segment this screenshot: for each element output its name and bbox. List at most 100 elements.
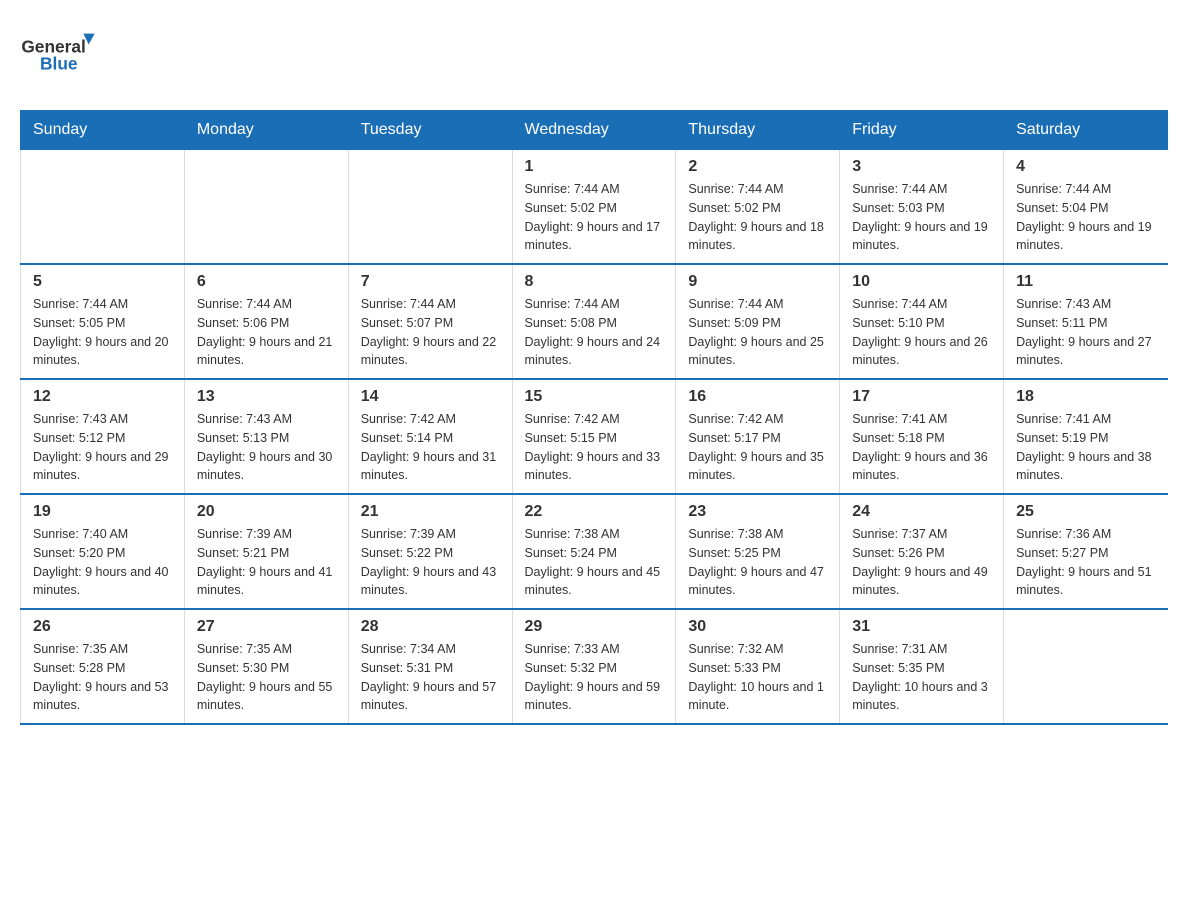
day-info: Sunrise: 7:43 AMSunset: 5:13 PMDaylight:… <box>197 410 336 485</box>
day-info: Sunrise: 7:38 AMSunset: 5:24 PMDaylight:… <box>525 525 664 600</box>
calendar-cell: 27 Sunrise: 7:35 AMSunset: 5:30 PMDayligh… <box>184 609 348 724</box>
day-info: Sunrise: 7:40 AMSunset: 5:20 PMDaylight:… <box>33 525 172 600</box>
day-number: 20 <box>197 503 336 521</box>
day-number: 3 <box>852 158 991 176</box>
calendar-cell: 1 Sunrise: 7:44 AMSunset: 5:02 PMDaylight… <box>512 150 676 265</box>
calendar-header: SundayMondayTuesdayWednesdayThursdayFrid… <box>21 111 1168 150</box>
day-of-week-header: Thursday <box>676 111 840 150</box>
day-number: 17 <box>852 388 991 406</box>
calendar-cell <box>21 150 185 265</box>
calendar-cell: 2 Sunrise: 7:44 AMSunset: 5:02 PMDaylight… <box>676 150 840 265</box>
day-info: Sunrise: 7:35 AMSunset: 5:28 PMDaylight:… <box>33 640 172 715</box>
day-number: 24 <box>852 503 991 521</box>
day-info: Sunrise: 7:37 AMSunset: 5:26 PMDaylight:… <box>852 525 991 600</box>
calendar-cell <box>348 150 512 265</box>
calendar-cell: 11 Sunrise: 7:43 AMSunset: 5:11 PMDayligh… <box>1004 264 1168 379</box>
day-number: 18 <box>1016 388 1155 406</box>
calendar-cell: 3 Sunrise: 7:44 AMSunset: 5:03 PMDaylight… <box>840 150 1004 265</box>
calendar-cell: 9 Sunrise: 7:44 AMSunset: 5:09 PMDaylight… <box>676 264 840 379</box>
calendar-cell: 10Sunrise: 7:44 AMSunset: 5:10 PMDayligh… <box>840 264 1004 379</box>
calendar-week-row: 5 Sunrise: 7:44 AMSunset: 5:05 PMDaylight… <box>21 264 1168 379</box>
calendar-cell: 20 Sunrise: 7:39 AMSunset: 5:21 PMDayligh… <box>184 494 348 609</box>
day-number: 22 <box>525 503 664 521</box>
logo-svg: General Blue <box>20 20 100 90</box>
calendar-cell: 13Sunrise: 7:43 AMSunset: 5:13 PMDayligh… <box>184 379 348 494</box>
day-info: Sunrise: 7:39 AMSunset: 5:21 PMDaylight:… <box>197 525 336 600</box>
day-info: Sunrise: 7:44 AMSunset: 5:06 PMDaylight:… <box>197 295 336 370</box>
calendar-cell: 19 Sunrise: 7:40 AMSunset: 5:20 PMDayligh… <box>21 494 185 609</box>
calendar-cell: 7 Sunrise: 7:44 AMSunset: 5:07 PMDaylight… <box>348 264 512 379</box>
calendar-cell: 5 Sunrise: 7:44 AMSunset: 5:05 PMDaylight… <box>21 264 185 379</box>
calendar-cell: 18 Sunrise: 7:41 AMSunset: 5:19 PMDayligh… <box>1004 379 1168 494</box>
calendar-cell: 14 Sunrise: 7:42 AMSunset: 5:14 PMDayligh… <box>348 379 512 494</box>
day-number: 15 <box>525 388 664 406</box>
day-info: Sunrise: 7:44 AMSunset: 5:08 PMDaylight:… <box>525 295 664 370</box>
day-info: Sunrise: 7:39 AMSunset: 5:22 PMDaylight:… <box>361 525 500 600</box>
day-number: 25 <box>1016 503 1155 521</box>
day-number: 19 <box>33 503 172 521</box>
day-number: 29 <box>525 618 664 636</box>
day-info: Sunrise: 7:41 AMSunset: 5:19 PMDaylight:… <box>1016 410 1155 485</box>
day-info: Sunrise: 7:44 AMSunset: 5:02 PMDaylight:… <box>525 180 664 255</box>
day-number: 27 <box>197 618 336 636</box>
day-number: 30 <box>688 618 827 636</box>
days-of-week-row: SundayMondayTuesdayWednesdayThursdayFrid… <box>21 111 1168 150</box>
calendar-cell: 30Sunrise: 7:32 AMSunset: 5:33 PMDayligh… <box>676 609 840 724</box>
calendar-body: 1 Sunrise: 7:44 AMSunset: 5:02 PMDaylight… <box>21 150 1168 725</box>
logo: General Blue <box>20 20 100 90</box>
day-info: Sunrise: 7:42 AMSunset: 5:14 PMDaylight:… <box>361 410 500 485</box>
day-number: 9 <box>688 273 827 291</box>
day-info: Sunrise: 7:44 AMSunset: 5:09 PMDaylight:… <box>688 295 827 370</box>
day-info: Sunrise: 7:43 AMSunset: 5:11 PMDaylight:… <box>1016 295 1155 370</box>
day-number: 5 <box>33 273 172 291</box>
day-info: Sunrise: 7:42 AMSunset: 5:15 PMDaylight:… <box>525 410 664 485</box>
calendar-cell: 22 Sunrise: 7:38 AMSunset: 5:24 PMDayligh… <box>512 494 676 609</box>
day-number: 2 <box>688 158 827 176</box>
calendar-week-row: 26Sunrise: 7:35 AMSunset: 5:28 PMDayligh… <box>21 609 1168 724</box>
calendar-cell: 8Sunrise: 7:44 AMSunset: 5:08 PMDaylight… <box>512 264 676 379</box>
day-info: Sunrise: 7:44 AMSunset: 5:03 PMDaylight:… <box>852 180 991 255</box>
day-number: 4 <box>1016 158 1155 176</box>
calendar-cell: 26Sunrise: 7:35 AMSunset: 5:28 PMDayligh… <box>21 609 185 724</box>
day-number: 7 <box>361 273 500 291</box>
day-info: Sunrise: 7:44 AMSunset: 5:04 PMDaylight:… <box>1016 180 1155 255</box>
day-number: 31 <box>852 618 991 636</box>
calendar-cell: 12Sunrise: 7:43 AMSunset: 5:12 PMDayligh… <box>21 379 185 494</box>
day-info: Sunrise: 7:43 AMSunset: 5:12 PMDaylight:… <box>33 410 172 485</box>
day-number: 21 <box>361 503 500 521</box>
calendar-table: SundayMondayTuesdayWednesdayThursdayFrid… <box>20 110 1168 725</box>
day-info: Sunrise: 7:44 AMSunset: 5:02 PMDaylight:… <box>688 180 827 255</box>
calendar-cell: 23Sunrise: 7:38 AMSunset: 5:25 PMDayligh… <box>676 494 840 609</box>
svg-text:Blue: Blue <box>40 54 78 74</box>
day-of-week-header: Friday <box>840 111 1004 150</box>
calendar-cell: 29Sunrise: 7:33 AMSunset: 5:32 PMDayligh… <box>512 609 676 724</box>
day-number: 6 <box>197 273 336 291</box>
day-number: 1 <box>525 158 664 176</box>
day-info: Sunrise: 7:35 AMSunset: 5:30 PMDaylight:… <box>197 640 336 715</box>
day-number: 11 <box>1016 273 1155 291</box>
day-of-week-header: Tuesday <box>348 111 512 150</box>
day-of-week-header: Monday <box>184 111 348 150</box>
day-info: Sunrise: 7:31 AMSunset: 5:35 PMDaylight:… <box>852 640 991 715</box>
day-info: Sunrise: 7:44 AMSunset: 5:07 PMDaylight:… <box>361 295 500 370</box>
day-number: 28 <box>361 618 500 636</box>
day-of-week-header: Sunday <box>21 111 185 150</box>
day-number: 10 <box>852 273 991 291</box>
calendar-week-row: 1 Sunrise: 7:44 AMSunset: 5:02 PMDaylight… <box>21 150 1168 265</box>
day-info: Sunrise: 7:42 AMSunset: 5:17 PMDaylight:… <box>688 410 827 485</box>
calendar-cell: 25Sunrise: 7:36 AMSunset: 5:27 PMDayligh… <box>1004 494 1168 609</box>
calendar-cell: 21 Sunrise: 7:39 AMSunset: 5:22 PMDayligh… <box>348 494 512 609</box>
day-info: Sunrise: 7:34 AMSunset: 5:31 PMDaylight:… <box>361 640 500 715</box>
calendar-cell: 28 Sunrise: 7:34 AMSunset: 5:31 PMDayligh… <box>348 609 512 724</box>
day-info: Sunrise: 7:38 AMSunset: 5:25 PMDaylight:… <box>688 525 827 600</box>
day-number: 16 <box>688 388 827 406</box>
day-number: 14 <box>361 388 500 406</box>
calendar-cell <box>1004 609 1168 724</box>
day-info: Sunrise: 7:41 AMSunset: 5:18 PMDaylight:… <box>852 410 991 485</box>
calendar-cell: 4 Sunrise: 7:44 AMSunset: 5:04 PMDaylight… <box>1004 150 1168 265</box>
calendar-cell: 16 Sunrise: 7:42 AMSunset: 5:17 PMDayligh… <box>676 379 840 494</box>
calendar-cell: 31 Sunrise: 7:31 AMSunset: 5:35 PMDayligh… <box>840 609 1004 724</box>
calendar-week-row: 12Sunrise: 7:43 AMSunset: 5:12 PMDayligh… <box>21 379 1168 494</box>
day-info: Sunrise: 7:44 AMSunset: 5:05 PMDaylight:… <box>33 295 172 370</box>
calendar-week-row: 19 Sunrise: 7:40 AMSunset: 5:20 PMDayligh… <box>21 494 1168 609</box>
